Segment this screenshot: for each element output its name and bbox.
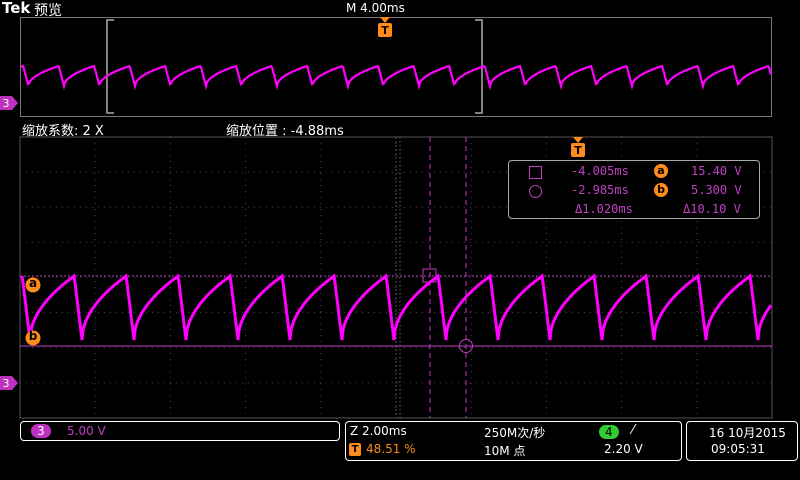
trigger-marker-main[interactable]: T <box>571 137 585 157</box>
cursor-b-label-text: b <box>28 329 38 343</box>
zoom-timebase: Z 2.00ms <box>350 424 407 438</box>
time-display: 09:05:31 <box>711 442 765 456</box>
cursor-a-badge: a <box>654 164 668 178</box>
delta-time: Δ1.020ms <box>575 202 633 216</box>
cursor1-time: -4.005ms <box>571 164 629 178</box>
cursor-a-value: 15.40 V <box>691 164 742 178</box>
delta-value: Δ10.10 V <box>683 202 741 216</box>
date-display: 16 10月2015 <box>709 426 786 440</box>
trigger-position: 48.51 % <box>366 442 416 456</box>
trigger-level: 2.20 V <box>604 442 643 456</box>
channel3-marker-main[interactable]: 3 <box>0 376 18 390</box>
trigger-position-icon: T <box>349 443 361 456</box>
square-cursor-icon <box>529 166 542 179</box>
acquisition-panel[interactable]: Z 2.00ms T 48.51 % 250M次/秒 10M 点 4 ⁄ 2.2… <box>345 421 682 461</box>
svg-text:T: T <box>574 144 582 157</box>
sample-rate: 250M次/秒 <box>484 426 546 440</box>
channel3-scale: 5.00 V <box>67 424 106 438</box>
trigger-channel-badge: 4 <box>599 425 619 439</box>
svg-text:3: 3 <box>3 377 10 390</box>
circle-cursor-icon <box>529 185 542 198</box>
datetime-panel[interactable]: 16 10月2015 09:05:31 <box>686 421 798 461</box>
cursor-b-value: 5.300 V <box>691 183 742 197</box>
record-length: 10M 点 <box>484 444 526 458</box>
cursor-b-badge: b <box>654 183 668 197</box>
rising-edge-icon: ⁄ <box>632 423 635 438</box>
channel3-scale-panel[interactable]: 3 5.00 V <box>20 421 340 441</box>
cursor-readout-panel: -4.005ms a 15.40 V -2.985ms b 5.300 V Δ1… <box>508 160 760 219</box>
channel3-badge: 3 <box>31 424 51 438</box>
cursor-a-label-text: a <box>28 276 38 290</box>
cursor2-time: -2.985ms <box>571 183 629 197</box>
main-graticule: T 3 <box>0 136 773 419</box>
